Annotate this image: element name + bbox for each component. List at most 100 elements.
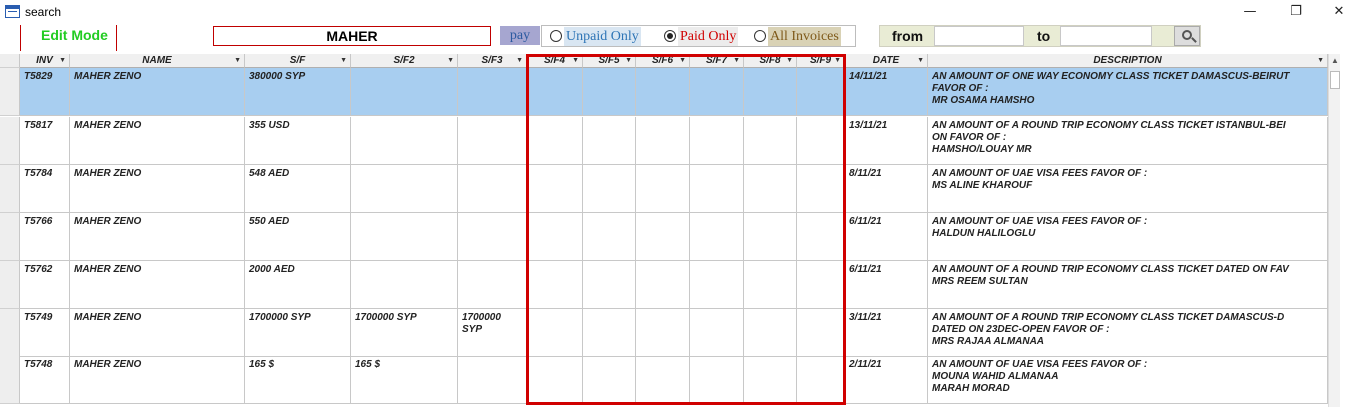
table-cell[interactable]: T5817: [20, 117, 70, 165]
table-cell[interactable]: [458, 165, 527, 213]
table-cell[interactable]: [636, 356, 690, 404]
table-cell[interactable]: [744, 117, 797, 165]
table-cell[interactable]: MAHER ZENO: [70, 68, 245, 116]
table-cell[interactable]: T5766: [20, 213, 70, 261]
table-cell[interactable]: [458, 261, 527, 309]
table-cell[interactable]: [351, 261, 458, 309]
name-search-input[interactable]: [213, 26, 491, 46]
table-cell[interactable]: AN AMOUNT OF UAE VISA FEES FAVOR OF : MO…: [928, 356, 1328, 404]
table-cell[interactable]: [527, 68, 583, 116]
table-cell[interactable]: 13/11/21: [845, 117, 928, 165]
filter-dropdown-icon[interactable]: ▼: [786, 54, 793, 67]
from-date-input[interactable]: [934, 26, 1024, 46]
table-cell[interactable]: T5829: [20, 68, 70, 116]
table-cell[interactable]: 3/11/21: [845, 309, 928, 357]
vertical-scrollbar[interactable]: ▲: [1328, 54, 1340, 407]
table-cell[interactable]: 165 $: [351, 356, 458, 404]
table-cell[interactable]: [527, 213, 583, 261]
table-cell[interactable]: [583, 213, 636, 261]
table-cell[interactable]: 550 AED: [245, 213, 351, 261]
table-cell[interactable]: AN AMOUNT OF ONE WAY ECONOMY CLASS TICKE…: [928, 68, 1328, 116]
all-invoices-radio[interactable]: All Invoices: [754, 27, 854, 46]
column-header-sf5[interactable]: S/F5 ▼: [583, 54, 636, 68]
pay-button[interactable]: pay: [500, 26, 540, 45]
filter-dropdown-icon[interactable]: ▼: [625, 54, 632, 67]
table-cell[interactable]: 14/11/21: [845, 68, 928, 116]
table-cell[interactable]: [690, 165, 744, 213]
table-cell[interactable]: [583, 356, 636, 404]
row-selector[interactable]: [0, 165, 20, 213]
column-header-sf[interactable]: S/F ▼: [245, 54, 351, 68]
table-cell[interactable]: [527, 309, 583, 357]
table-cell[interactable]: [797, 309, 845, 357]
table-cell[interactable]: T5762: [20, 261, 70, 309]
paid-only-radio[interactable]: Paid Only: [664, 27, 754, 46]
filter-dropdown-icon[interactable]: ▼: [516, 54, 523, 67]
to-date-input[interactable]: [1060, 26, 1152, 46]
column-header-date[interactable]: DATE ▼: [845, 54, 928, 68]
table-cell[interactable]: [690, 213, 744, 261]
table-cell[interactable]: T5784: [20, 165, 70, 213]
table-cell[interactable]: [583, 68, 636, 116]
column-header-name[interactable]: NAME ▼: [70, 54, 245, 68]
table-cell[interactable]: [351, 165, 458, 213]
table-cell[interactable]: [744, 261, 797, 309]
table-cell[interactable]: [636, 213, 690, 261]
table-cell[interactable]: 2000 AED: [245, 261, 351, 309]
table-cell[interactable]: [797, 261, 845, 309]
table-cell[interactable]: [458, 68, 527, 116]
table-cell[interactable]: [744, 356, 797, 404]
table-cell[interactable]: [797, 117, 845, 165]
filter-dropdown-icon[interactable]: ▼: [447, 54, 454, 67]
table-cell[interactable]: 355 USD: [245, 117, 351, 165]
table-cell[interactable]: MAHER ZENO: [70, 117, 245, 165]
column-header-inv[interactable]: INV ▼: [20, 54, 70, 68]
filter-dropdown-icon[interactable]: ▼: [1317, 54, 1324, 67]
column-header-sf8[interactable]: S/F8 ▼: [744, 54, 797, 68]
table-cell[interactable]: MAHER ZENO: [70, 165, 245, 213]
table-cell[interactable]: [636, 165, 690, 213]
table-cell[interactable]: [797, 165, 845, 213]
table-cell[interactable]: [583, 165, 636, 213]
row-selector[interactable]: [0, 68, 20, 116]
filter-dropdown-icon[interactable]: ▼: [917, 54, 924, 67]
filter-dropdown-icon[interactable]: ▼: [834, 54, 841, 67]
table-cell[interactable]: 1700000 SYP: [458, 309, 527, 357]
maximize-button[interactable]: ❐: [1276, 2, 1316, 22]
table-cell[interactable]: [458, 213, 527, 261]
table-cell[interactable]: [527, 117, 583, 165]
table-cell[interactable]: AN AMOUNT OF UAE VISA FEES FAVOR OF : MS…: [928, 165, 1328, 213]
table-cell[interactable]: AN AMOUNT OF A ROUND TRIP ECONOMY CLASS …: [928, 117, 1328, 165]
table-cell[interactable]: 165 $: [245, 356, 351, 404]
table-cell[interactable]: [351, 68, 458, 116]
table-cell[interactable]: [351, 117, 458, 165]
table-cell[interactable]: MAHER ZENO: [70, 356, 245, 404]
column-header-description[interactable]: DESCRIPTION ▼: [928, 54, 1328, 68]
table-cell[interactable]: 548 AED: [245, 165, 351, 213]
table-cell[interactable]: [636, 68, 690, 116]
filter-dropdown-icon[interactable]: ▼: [234, 54, 241, 67]
filter-dropdown-icon[interactable]: ▼: [572, 54, 579, 67]
table-cell[interactable]: [636, 117, 690, 165]
filter-dropdown-icon[interactable]: ▼: [59, 54, 66, 67]
table-cell[interactable]: [797, 213, 845, 261]
unpaid-only-radio[interactable]: Unpaid Only: [550, 27, 658, 46]
table-cell[interactable]: AN AMOUNT OF A ROUND TRIP ECONOMY CLASS …: [928, 261, 1328, 309]
table-cell[interactable]: 8/11/21: [845, 165, 928, 213]
table-cell[interactable]: [797, 356, 845, 404]
table-cell[interactable]: 1700000 SYP: [245, 309, 351, 357]
table-cell[interactable]: 6/11/21: [845, 261, 928, 309]
table-cell[interactable]: [690, 68, 744, 116]
table-cell[interactable]: MAHER ZENO: [70, 213, 245, 261]
row-selector[interactable]: [0, 213, 20, 261]
table-cell[interactable]: [690, 309, 744, 357]
table-cell[interactable]: [744, 68, 797, 116]
table-cell[interactable]: 1700000 SYP: [351, 309, 458, 357]
table-cell[interactable]: [690, 117, 744, 165]
table-cell[interactable]: [527, 165, 583, 213]
table-cell[interactable]: 6/11/21: [845, 213, 928, 261]
table-cell[interactable]: [636, 261, 690, 309]
table-cell[interactable]: T5749: [20, 309, 70, 357]
column-header-sf2[interactable]: S/F2 ▼: [351, 54, 458, 68]
minimize-button[interactable]: —: [1230, 2, 1270, 22]
